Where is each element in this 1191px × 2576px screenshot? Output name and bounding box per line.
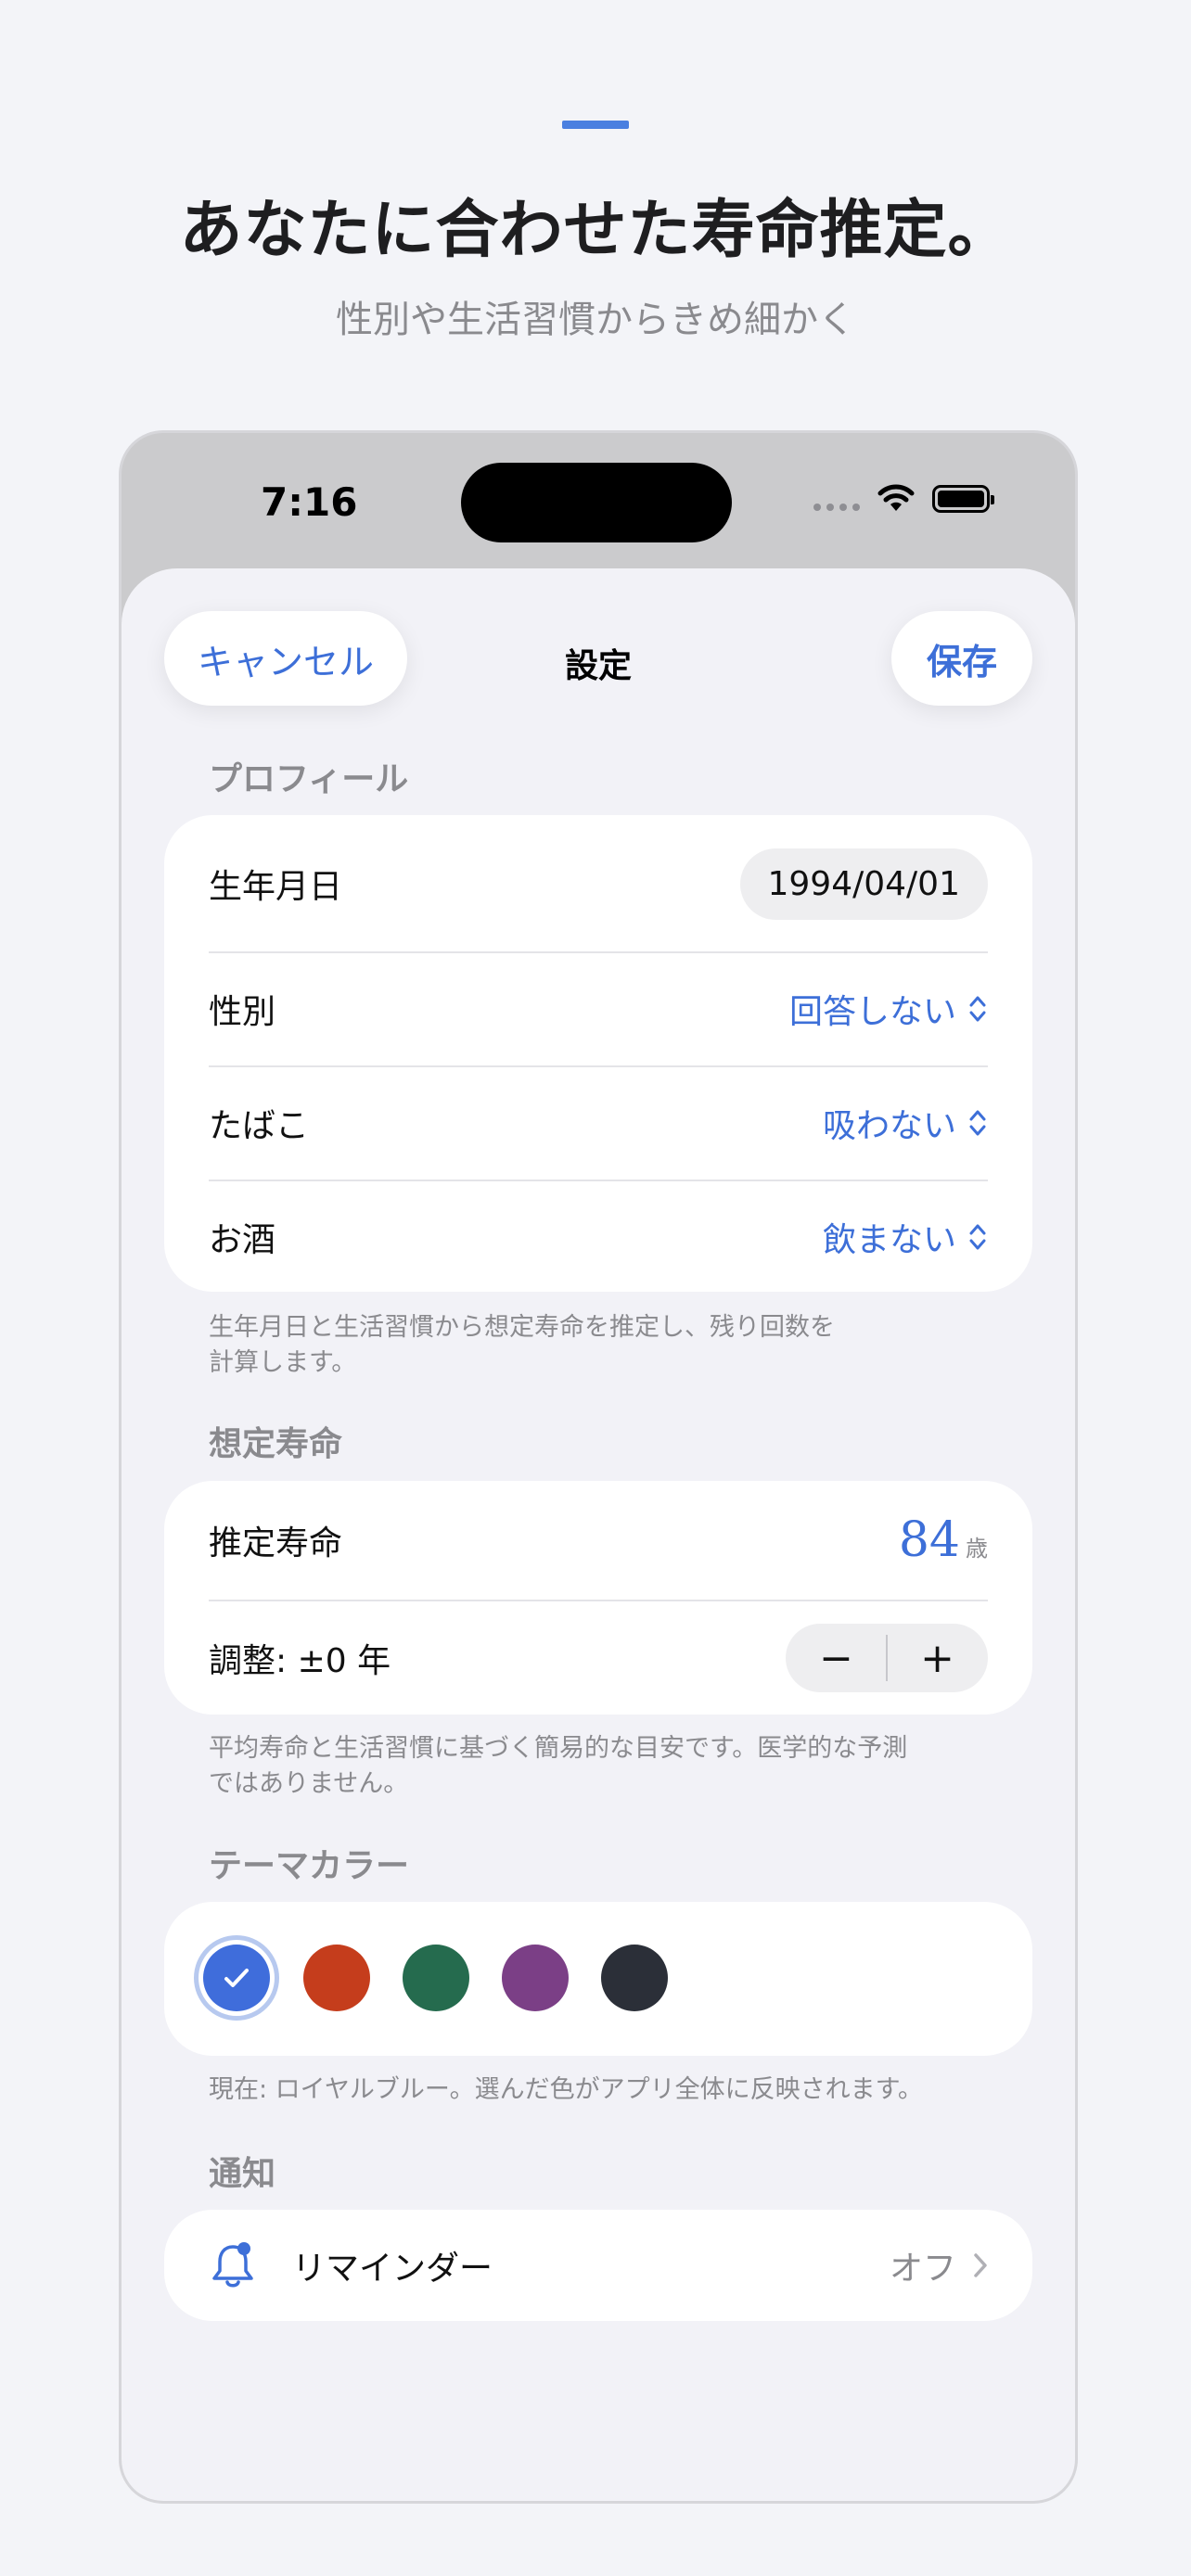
section-header-notifications: 通知 [209,2155,276,2193]
adjust-label: 調整: ±0 年 [209,1642,391,1680]
estimate-label: 推定寿命 [209,1524,343,1562]
chevron-updown-icon [969,996,986,1022]
chevron-updown-icon [969,1110,986,1136]
checkmark-icon [224,1969,249,1987]
theme-swatch-1[interactable] [303,1945,370,2011]
section-header-life: 想定寿命 [209,1425,343,1463]
bell-badge-icon [212,2242,253,2288]
theme-footnote: 現在: ロイヤルブルー。選んだ色がアプリ全体に反映されます。 [209,2075,923,2104]
estimate-number: 84 [898,1512,960,1568]
status-indicators [813,483,994,515]
birthdate-label: 生年月日 [209,868,343,906]
birthdate-row: 生年月日 1994/04/01 [209,815,988,952]
section-header-profile: プロフィール [209,760,409,798]
promo-subline: 性別や生活習慣からきめ細かく [336,299,855,341]
section-header-theme: テーマカラー [209,1847,410,1885]
profile-footnote-line: 計算します。 [209,1348,357,1377]
smoking-picker[interactable]: 吸わない [823,1099,988,1147]
theme-card [164,1902,1032,2056]
settings-sheet: キャンセル 設定 保存 プロフィール 生年月日 1994/04/01 性別 回答… [122,568,1075,2501]
profile-card: 生年月日 1994/04/01 性別 回答しない たばこ 吸わない お酒 飲まな… [164,815,1032,1292]
gender-picker[interactable]: 回答しない [789,985,988,1033]
alcohol-label: お酒 [209,1221,276,1259]
dynamic-island [461,463,732,542]
promo-headline: あなたに合わせた寿命推定。 [179,194,1012,267]
adjust-stepper[interactable]: − + [786,1624,988,1692]
reminder-row[interactable]: リマインダー オフ [209,2210,988,2321]
battery-icon [932,485,994,513]
life-footnote-line: 平均寿命と生活習慣に基づく簡易的な目安です。医学的な予測 [209,1734,908,1763]
reminder-label: リマインダー [292,2250,493,2288]
chevron-updown-icon [969,1224,986,1250]
gender-value: 回答しない [788,993,956,1031]
profile-footnote: 生年月日と生活習慣から想定寿命を推定し、残り回数を 計算します。 [209,1310,914,1381]
status-time: 7:16 [261,479,358,525]
accent-bar [562,121,629,129]
gender-row[interactable]: 性別 回答しない [209,953,988,1065]
alcohol-row[interactable]: お酒 飲まない [209,1181,988,1293]
estimate-value: 84 歳 [899,1512,988,1568]
alcohol-picker[interactable]: 飲まない [823,1213,988,1261]
chevron-right-icon [974,2253,987,2277]
adjust-row: 調整: ±0 年 − + [209,1601,988,1715]
decrement-button[interactable]: − [786,1635,887,1682]
theme-swatch-2[interactable] [403,1945,469,2011]
signal-dots-icon [813,483,860,515]
estimate-unit: 歳 [966,1536,988,1562]
life-footnote-line: ではありません。 [209,1769,409,1798]
phone-frame: 7:16 キャンセル 設定 保存 プロフィール 生年月日 1994/04/01 … [119,430,1078,2504]
estimate-row: 推定寿命 84 歳 [209,1481,988,1600]
stepper-divider [886,1635,888,1681]
alcohol-value: 飲まない [822,1221,956,1259]
smoking-value: 吸わない [822,1107,956,1145]
reminder-value: オフ [889,2250,956,2288]
life-card: 推定寿命 84 歳 調整: ±0 年 − + [164,1481,1032,1715]
birthdate-picker[interactable]: 1994/04/01 [739,848,988,920]
wifi-icon [877,484,915,511]
increment-button[interactable]: + [887,1635,988,1682]
life-footnote: 平均寿命と生活習慣に基づく簡易的な目安です。医学的な予測 ではありません。 [209,1731,914,1802]
smoking-row[interactable]: たばこ 吸わない [209,1067,988,1179]
theme-swatch-0[interactable] [203,1945,270,2011]
save-button[interactable]: 保存 [891,611,1032,706]
theme-swatch-4[interactable] [601,1945,668,2011]
profile-footnote-line: 生年月日と生活習慣から想定寿命を推定し、残り回数を [209,1313,835,1342]
theme-swatch-3[interactable] [502,1945,569,2011]
smoking-label: たばこ [209,1107,310,1145]
gender-label: 性別 [209,993,276,1031]
notifications-card: リマインダー オフ [164,2210,1032,2321]
